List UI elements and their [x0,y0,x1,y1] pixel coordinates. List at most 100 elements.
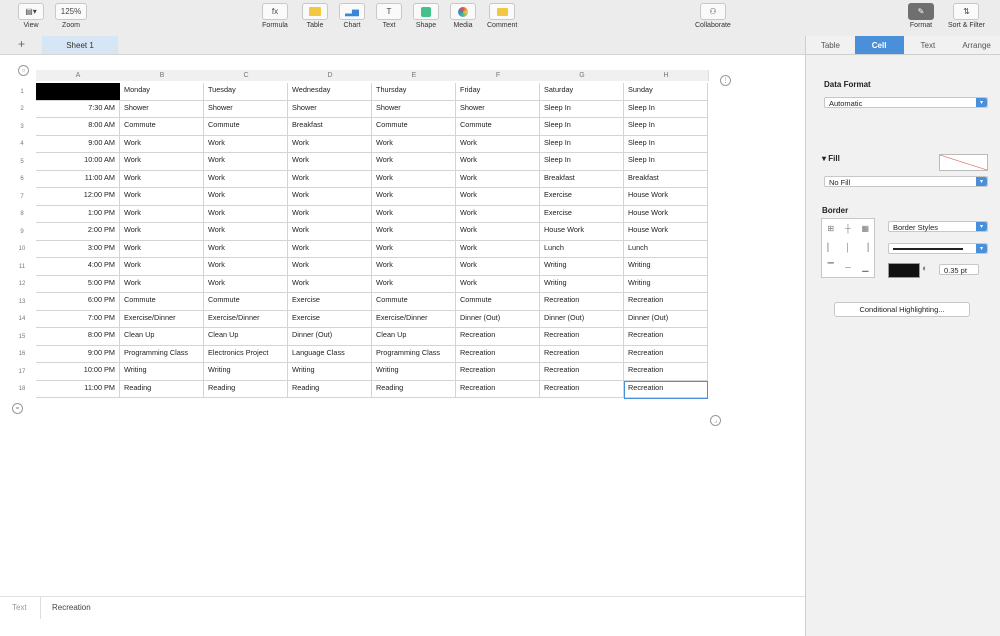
table-cell[interactable]: House Work [540,223,624,241]
row-header[interactable]: 14 [14,311,30,329]
table-cell[interactable]: Work [288,223,372,241]
table-cell[interactable]: Language Class [288,345,372,363]
table-cell[interactable]: Breakfast [624,170,708,188]
table-cell[interactable]: Work [204,135,288,153]
media-button[interactable]: Media [450,3,476,29]
table-cell[interactable]: Work [288,240,372,258]
table-cell[interactable]: Work [456,188,540,206]
table-cell[interactable]: Work [372,188,456,206]
table-cell[interactable]: 6:00 PM [36,293,120,311]
tab-arrange[interactable]: Arrange [952,36,1000,54]
zoom-button[interactable]: 125% Zoom [55,3,87,29]
table-cell[interactable]: Work [120,205,204,223]
border-outer-icon[interactable]: ▦ [857,219,874,238]
tab-table[interactable]: Table [806,36,855,54]
tab-sheet-1[interactable]: Sheet 1 [42,36,118,54]
table-handle-icon[interactable]: ○ [18,65,29,76]
table-cell[interactable]: Writing [288,363,372,381]
table-cell[interactable]: Shower [288,100,372,118]
table-cell[interactable]: 1:00 PM [36,205,120,223]
row-header[interactable]: 13 [14,293,30,311]
table-cell[interactable]: Commute [204,293,288,311]
table-cell[interactable]: Sleep In [540,118,624,136]
border-width-field[interactable]: 0.35 pt [939,264,979,275]
table-cell[interactable]: Work [288,275,372,293]
table-cell[interactable]: Dinner (Out) [288,328,372,346]
table-cell[interactable]: Work [456,240,540,258]
table-cell[interactable]: Recreation [456,380,540,398]
row-header[interactable]: 8 [14,206,30,224]
table-cell[interactable]: Clean Up [204,328,288,346]
table-cell[interactable]: Exercise [540,188,624,206]
table-cell[interactable]: Work [372,205,456,223]
table-cell[interactable]: Work [372,153,456,171]
formula-button[interactable]: fx Formula [262,3,288,29]
fill-color-well[interactable] [939,154,988,171]
table-cell[interactable]: Work [288,153,372,171]
border-left-icon[interactable]: ▏ [822,238,839,257]
row-header[interactable]: 11 [14,258,30,276]
table-cell[interactable]: Tuesday [204,83,288,101]
border-right-icon[interactable]: ▕ [857,238,874,257]
table-cell[interactable]: Recreation [540,328,624,346]
table-cell[interactable]: Monday [120,83,204,101]
table-cell[interactable]: 10:00 AM [36,153,120,171]
table-cell[interactable]: Commute [372,293,456,311]
column-header-c[interactable]: C [204,70,289,81]
table-cell[interactable]: Work [120,153,204,171]
row-header[interactable]: 9 [14,223,30,241]
row-header[interactable]: 17 [14,363,30,381]
add-sheet-button[interactable]: + [18,37,25,51]
table-cell[interactable]: Writing [540,275,624,293]
table-cell[interactable]: Work [120,135,204,153]
table-cell[interactable]: Work [456,275,540,293]
table-button[interactable]: Table [302,3,328,29]
resize-handle-icon[interactable]: ⌟ [710,415,721,426]
table-cell[interactable]: Work [120,258,204,276]
table-cell[interactable]: Work [372,223,456,241]
table-cell[interactable]: Lunch [540,240,624,258]
row-header[interactable]: 7 [14,188,30,206]
table-cell[interactable]: Writing [204,363,288,381]
table-cell[interactable]: Friday [456,83,540,101]
sort-filter-button[interactable]: ⇅ Sort & Filter [948,3,985,29]
column-header-g[interactable]: G [540,70,625,81]
table-cell[interactable]: Recreation [540,293,624,311]
table-cell[interactable]: Wednesday [288,83,372,101]
table-cell[interactable]: 9:00 PM [36,345,120,363]
data-format-select[interactable]: Automatic ▾ [824,97,988,108]
table-cell[interactable]: Work [204,275,288,293]
table-cell[interactable]: Exercise [288,293,372,311]
table-cell[interactable]: Work [372,135,456,153]
table-cell[interactable]: Work [456,153,540,171]
table-cell[interactable]: Work [120,275,204,293]
table-cell[interactable]: Work [288,170,372,188]
table-cell[interactable]: Commute [120,293,204,311]
border-styles-select[interactable]: Border Styles ▾ [888,221,988,232]
table-cell[interactable]: Clean Up [120,328,204,346]
table-cell[interactable]: 9:00 AM [36,135,120,153]
tab-text[interactable]: Text [904,36,953,54]
text-button[interactable]: T Text [376,3,402,29]
table-cell[interactable]: Shower [372,100,456,118]
table-cell[interactable]: Recreation [624,293,708,311]
border-middle-icon[interactable]: ─ [839,258,856,277]
table-cell[interactable]: Work [120,188,204,206]
shape-button[interactable]: Shape [413,3,439,29]
cell-value-field[interactable]: Recreation [52,603,91,612]
row-header[interactable]: 1 [14,83,30,101]
view-button[interactable]: ▤▾ View [18,3,44,29]
table-cell[interactable]: Work [372,258,456,276]
row-header[interactable]: 6 [14,171,30,189]
table-cell[interactable]: Work [120,170,204,188]
table-cell[interactable]: Work [204,258,288,276]
table-cell[interactable]: 3:00 PM [36,240,120,258]
table-cell[interactable]: Work [204,205,288,223]
table-cell[interactable]: Work [456,170,540,188]
column-header-f[interactable]: F [456,70,541,81]
table-cell[interactable]: Work [204,223,288,241]
row-header[interactable]: 3 [14,118,30,136]
add-column-handle-icon[interactable]: ⋮ [720,75,731,86]
row-header[interactable]: 18 [14,381,30,399]
tab-cell[interactable]: Cell [854,36,904,54]
